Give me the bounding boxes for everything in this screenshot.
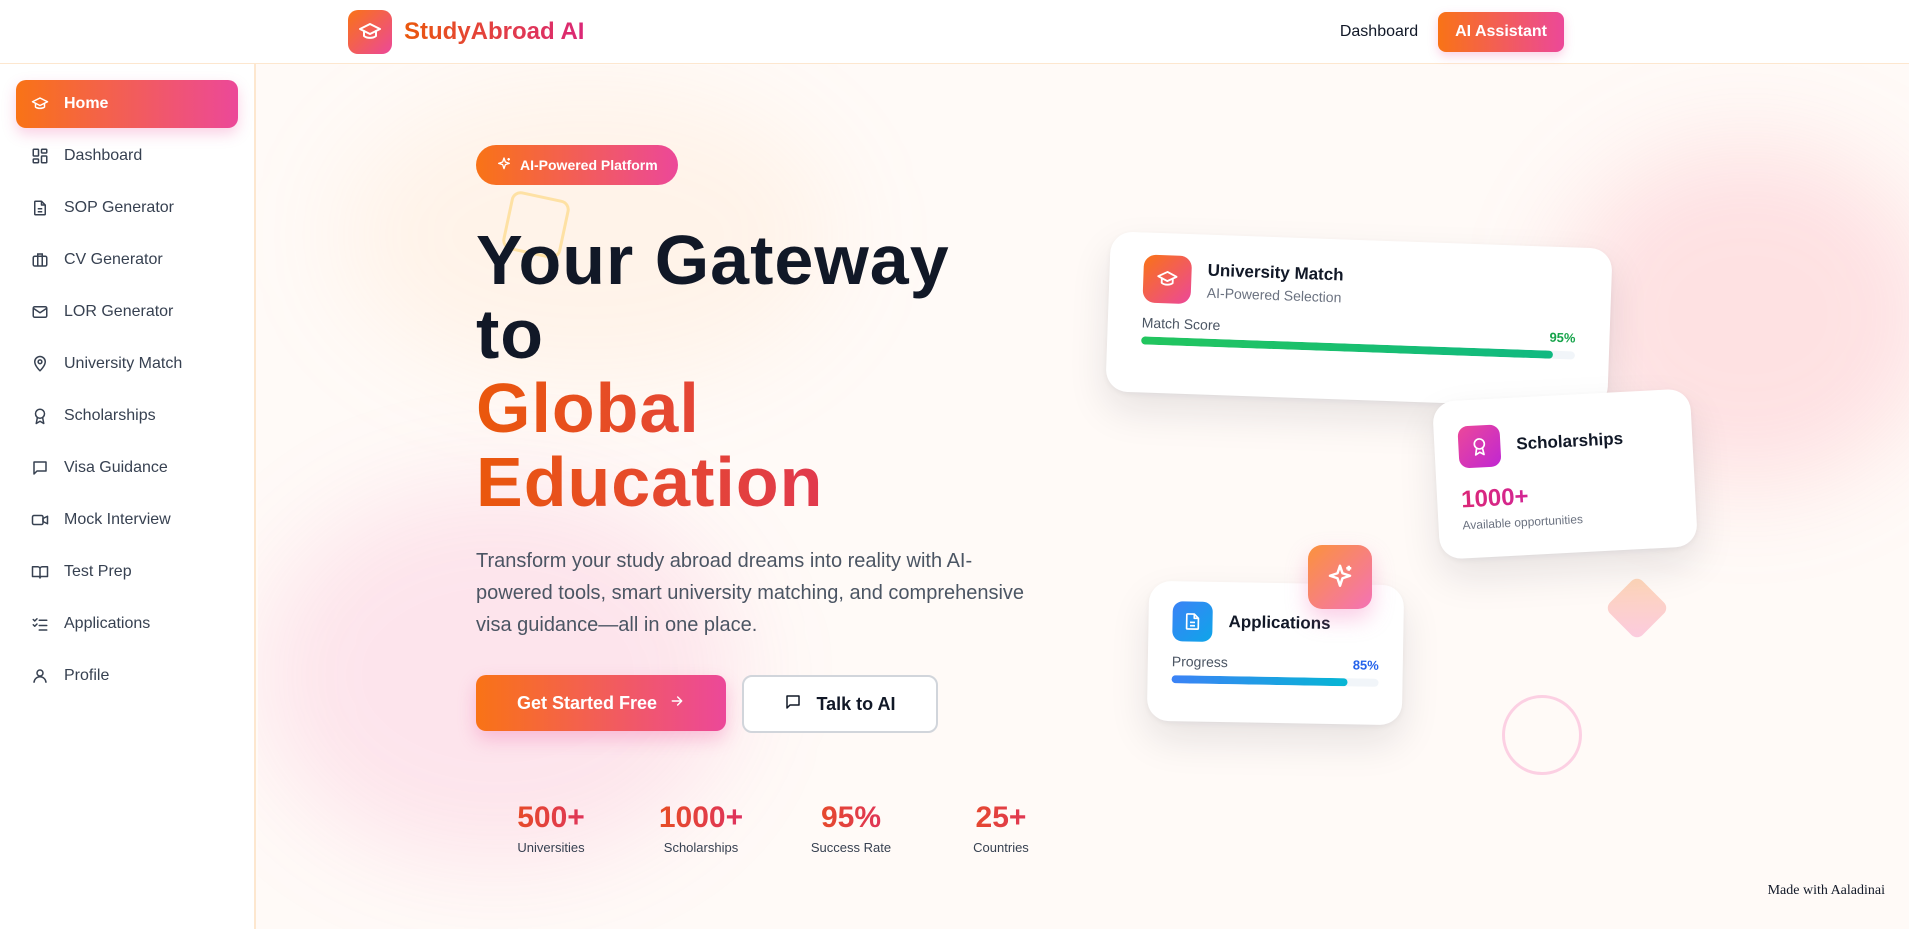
metric-label: Progress <box>1171 653 1229 671</box>
checklist-icon <box>30 614 50 634</box>
button-label: Get Started Free <box>516 692 658 713</box>
sidebar-item-label: CV Generator <box>64 251 163 268</box>
award-icon <box>30 406 50 426</box>
sidebar-item-home[interactable]: Home <box>16 80 238 128</box>
brand[interactable]: StudyAbroad AI <box>348 10 584 54</box>
stats-row: 500+ Universities 1000+ Scholarships 95%… <box>476 800 1076 855</box>
stat-universities: 500+ Universities <box>476 800 626 855</box>
sidebar-item-profile[interactable]: Profile <box>16 652 238 700</box>
sidebar-item-label: Dashboard <box>64 147 143 164</box>
sidebar-item-scholarships[interactable]: Scholarships <box>16 392 238 440</box>
sidebar-item-label: Scholarships <box>64 407 156 424</box>
nav-dashboard-link[interactable]: Dashboard <box>1340 23 1418 41</box>
sidebar-item-label: University Match <box>64 355 183 372</box>
hero-title-highlight: Education <box>476 445 1036 519</box>
graduation-cap-icon <box>30 94 50 114</box>
main-content: AI-Powered Platform Your Gateway to Glob… <box>258 65 1909 929</box>
ai-assistant-button[interactable]: AI Assistant <box>1438 12 1564 52</box>
university-match-card: University Match AI-Powered Selection Ma… <box>1105 231 1613 409</box>
applications-progress-fill <box>1171 675 1348 687</box>
stat-value: 25+ <box>926 800 1076 836</box>
document-icon <box>30 198 50 218</box>
sidebar-item-label: Mock Interview <box>64 511 171 528</box>
stat-label: Countries <box>973 840 1029 855</box>
talk-to-ai-button[interactable]: Talk to AI <box>742 675 938 733</box>
hero-title-line: Your Gateway <box>476 221 950 299</box>
document-icon <box>1172 601 1213 642</box>
sidebar-item-applications[interactable]: Applications <box>16 600 238 648</box>
sidebar-item-cv-generator[interactable]: CV Generator <box>16 236 238 284</box>
hero-description: Transform your study abroad dreams into … <box>476 550 1025 636</box>
decorative-diamond <box>1604 575 1670 641</box>
sidebar-item-dashboard[interactable]: Dashboard <box>16 132 238 180</box>
message-icon <box>784 693 802 716</box>
sparkle-icon <box>1308 545 1372 609</box>
stat-countries: 25+ Countries <box>926 800 1076 855</box>
sidebar-item-label: Visa Guidance <box>64 459 168 476</box>
book-icon <box>30 562 50 582</box>
sidebar-item-label: Test Prep <box>64 563 132 580</box>
badge-label: AI-Powered Platform <box>520 157 658 173</box>
card-subtitle: AI-Powered Selection <box>1206 284 1342 306</box>
button-label: Talk to AI <box>816 693 896 714</box>
sidebar-item-label: LOR Generator <box>64 303 174 320</box>
graduation-cap-icon <box>1142 254 1193 305</box>
scholarships-card: Scholarships 1000+ Available opportuniti… <box>1432 388 1698 560</box>
sidebar-item-lor-generator[interactable]: LOR Generator <box>16 288 238 336</box>
award-icon <box>1457 424 1502 469</box>
metric-value: 85% <box>1352 657 1379 673</box>
sidebar: Home Dashboard SOP Generator CV Generato… <box>0 64 256 929</box>
stat-label: Universities <box>517 840 585 855</box>
dashboard-grid-icon <box>30 146 50 166</box>
stat-scholarships: 1000+ Scholarships <box>626 800 776 855</box>
hero-title-line: to <box>476 295 545 373</box>
mail-icon <box>30 302 50 322</box>
sidebar-item-visa-guidance[interactable]: Visa Guidance <box>16 444 238 492</box>
graduation-cap-icon <box>348 10 392 54</box>
hero-title-highlight: Global <box>476 371 1036 445</box>
metric-value: 95% <box>1549 329 1576 346</box>
applications-progress-bar <box>1171 675 1379 687</box>
card-title: University Match <box>1207 260 1344 285</box>
decorative-ring <box>1502 695 1582 775</box>
user-icon <box>30 666 50 686</box>
stat-value: 1000+ <box>626 800 776 836</box>
stat-value: 500+ <box>476 800 626 836</box>
get-started-button[interactable]: Get Started Free <box>476 675 726 731</box>
sidebar-item-label: Applications <box>64 615 151 632</box>
sidebar-item-university-match[interactable]: University Match <box>16 340 238 388</box>
stat-label: Success Rate <box>810 840 892 855</box>
briefcase-icon <box>30 250 50 270</box>
brand-name: StudyAbroad AI <box>404 18 585 45</box>
sidebar-item-sop-generator[interactable]: SOP Generator <box>16 184 238 232</box>
sidebar-item-label: SOP Generator <box>64 199 174 216</box>
top-nav: Dashboard AI Assistant <box>1340 12 1564 52</box>
metric-label: Match Score <box>1141 314 1221 334</box>
hero-title: Your Gateway to Global Education <box>476 223 1036 519</box>
sidebar-item-test-prep[interactable]: Test Prep <box>16 548 238 596</box>
stat-value: 95% <box>776 800 926 836</box>
ai-powered-badge: AI-Powered Platform <box>476 145 678 185</box>
arrow-right-icon <box>669 693 685 714</box>
video-icon <box>30 510 50 530</box>
top-bar: StudyAbroad AI Dashboard AI Assistant <box>0 0 1909 64</box>
stat-success-rate: 95% Success Rate <box>776 800 926 855</box>
sidebar-item-mock-interview[interactable]: Mock Interview <box>16 496 238 544</box>
map-pin-icon <box>30 354 50 374</box>
sidebar-item-label: Profile <box>64 667 110 684</box>
sidebar-item-label: Home <box>64 95 109 112</box>
card-title: Applications <box>1228 612 1331 633</box>
made-with-watermark[interactable]: Made with Aaladinai <box>1768 883 1885 899</box>
message-icon <box>30 458 50 478</box>
card-title: Scholarships <box>1515 428 1624 454</box>
stat-label: Scholarships <box>663 840 739 855</box>
sparkle-icon <box>496 156 512 175</box>
